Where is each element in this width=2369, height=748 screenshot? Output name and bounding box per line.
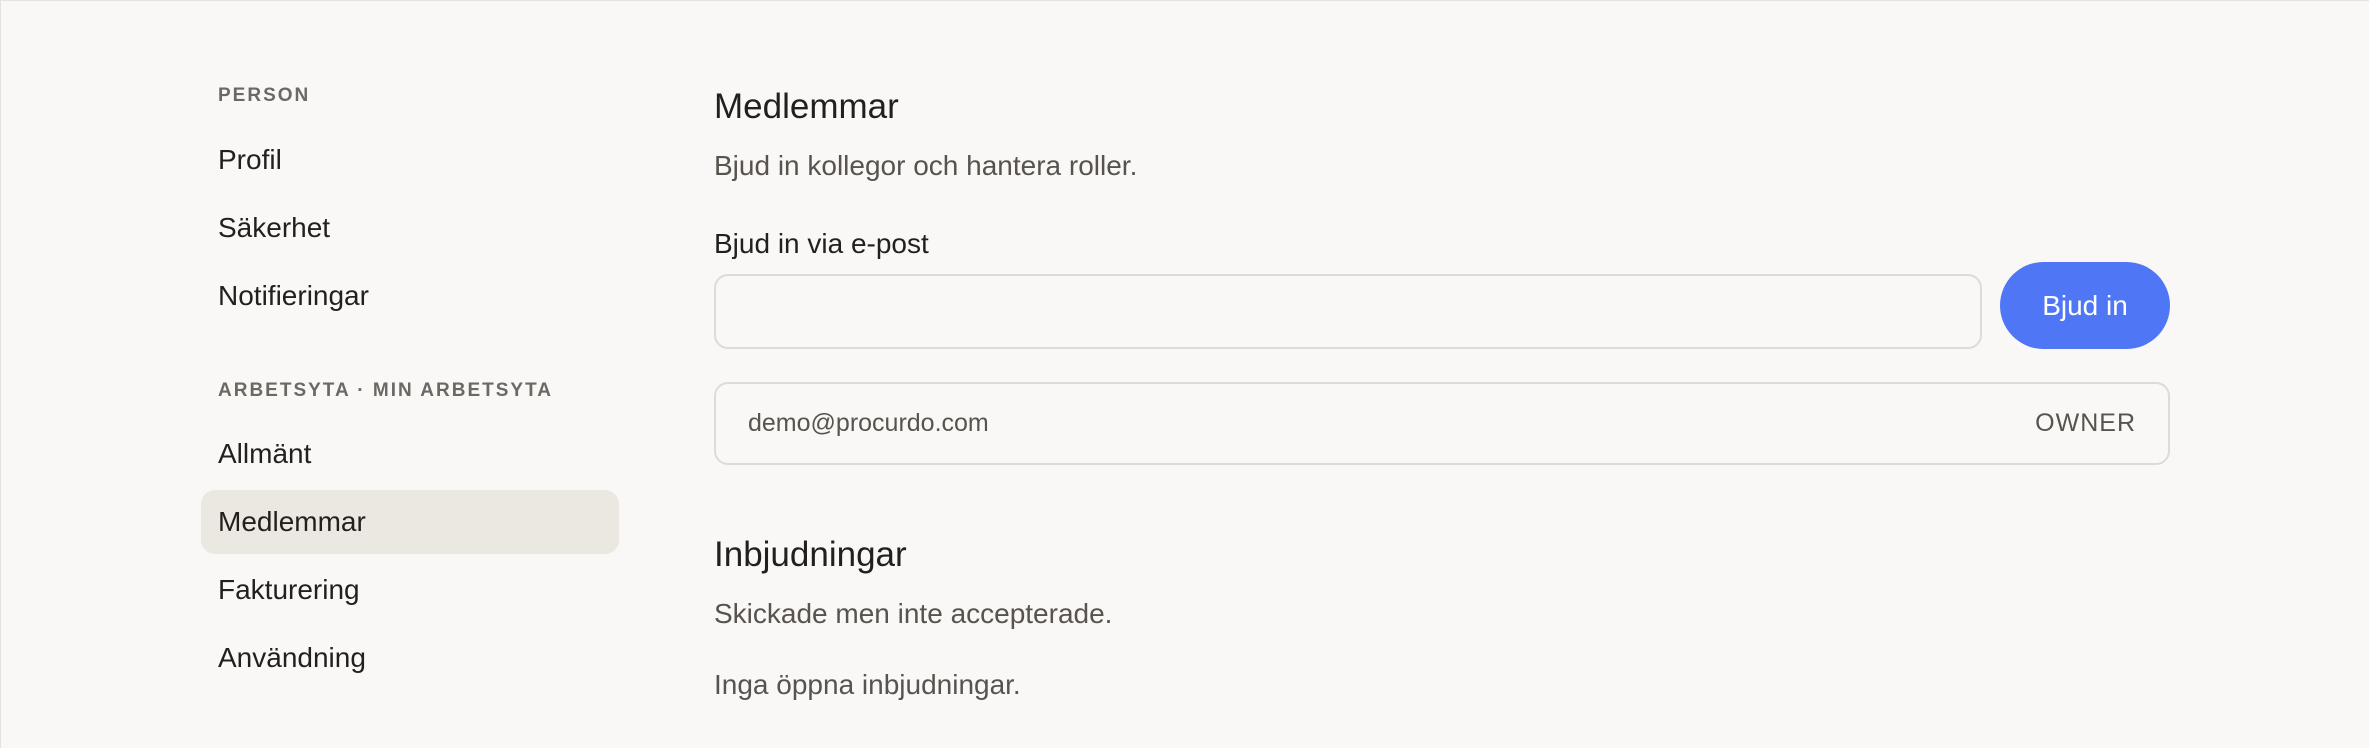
invitations-empty-text: Inga öppna inbjudningar. — [714, 669, 1021, 700]
sidebar-item-label: Fakturering — [218, 574, 360, 605]
invite-email-input[interactable] — [714, 274, 1982, 349]
sidebar-item-label: Allmänt — [218, 438, 312, 469]
member-row: demo@procurdo.com OWNER — [714, 382, 2170, 465]
section-label-person: PERSON — [218, 85, 311, 106]
sidebar-item-fakturering[interactable]: Fakturering — [201, 558, 619, 622]
invitations-title: Inbjudningar — [714, 535, 907, 574]
invitations-subtitle: Skickade men inte accepterade. — [714, 598, 1113, 629]
sidebar-item-medlemmar[interactable]: Medlemmar — [201, 490, 619, 554]
sidebar-item-label: Profil — [218, 144, 282, 175]
sidebar-item-profil[interactable]: Profil — [201, 128, 619, 192]
sidebar-item-label: Användning — [218, 642, 366, 673]
page-title: Medlemmar — [714, 87, 899, 126]
sidebar-item-sakerhet[interactable]: Säkerhet — [201, 196, 619, 260]
sidebar-item-anvandning[interactable]: Användning — [201, 626, 619, 690]
sidebar-item-label: Notifieringar — [218, 280, 369, 311]
section-label-workspace: ARBETSYTA · MIN ARBETSYTA — [218, 380, 553, 401]
invite-button[interactable]: Bjud in — [2000, 262, 2170, 349]
sidebar-item-label: Medlemmar — [218, 506, 366, 537]
sidebar-item-notifieringar[interactable]: Notifieringar — [201, 264, 619, 328]
sidebar-item-label: Säkerhet — [218, 212, 331, 243]
invite-email-label: Bjud in via e-post — [714, 228, 929, 259]
member-email: demo@procurdo.com — [748, 409, 989, 437]
sidebar-item-allmant[interactable]: Allmänt — [201, 422, 619, 486]
page-subtitle: Bjud in kollegor och hantera roller. — [714, 150, 1138, 181]
member-role-badge: OWNER — [2035, 409, 2136, 437]
